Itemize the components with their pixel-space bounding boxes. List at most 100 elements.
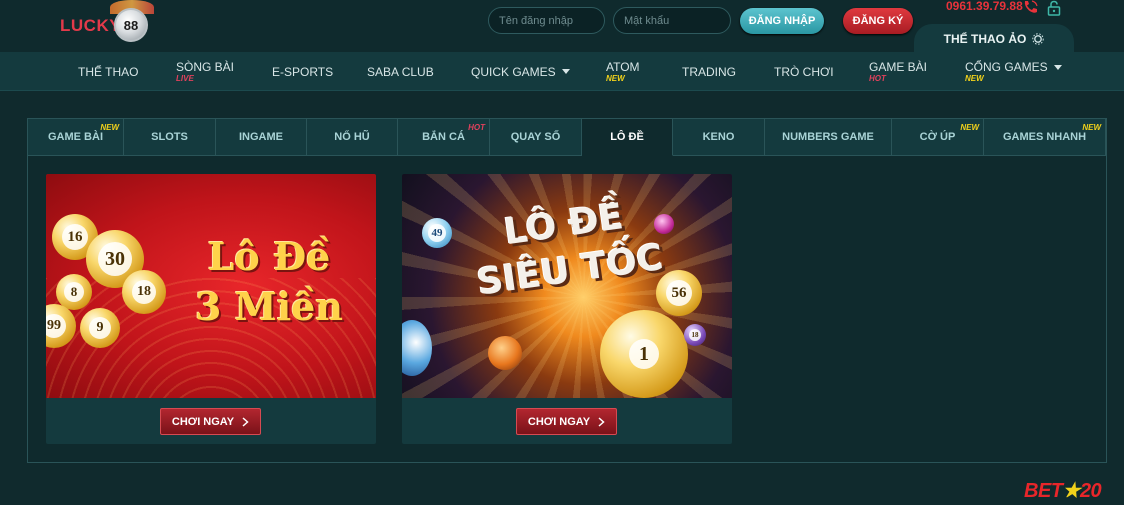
lottery-ball: 18 — [684, 324, 706, 346]
caret-down-icon — [561, 69, 570, 74]
login-button[interactable]: ĐĂNG NHẬP — [740, 8, 824, 34]
virtual-sports-label: THỂ THAO ẢO — [943, 32, 1027, 46]
nav-item-label: TRADING — [682, 64, 736, 79]
tab-fast-games[interactable]: GAMES NHANH NEW — [984, 119, 1106, 156]
tab-co-up[interactable]: CỜ ÚP NEW — [892, 119, 984, 156]
title-line: Lô Đề — [207, 234, 331, 279]
play-now-button[interactable]: CHƠI NGAY — [160, 408, 261, 435]
nav-item-label: TRÒ CHƠI — [774, 64, 834, 79]
tab-label: CỜ ÚP — [919, 131, 956, 143]
games-panel: GAME BÀI NEW SLOTS INGAME NỔ HŨ BẮN CÁ H… — [27, 118, 1107, 463]
tab-label: INGAME — [239, 131, 283, 143]
tab-slots[interactable]: SLOTS — [124, 119, 216, 156]
main-nav: THỂ THAO SÒNG BÀI LIVE E-SPORTS SABA CLU… — [0, 52, 1124, 91]
tab-fishing[interactable]: BẮN CÁ HOT — [398, 119, 490, 156]
ball-number: 16 — [62, 224, 88, 250]
chevron-right-icon — [598, 416, 605, 427]
tab-lo-de[interactable]: LÔ ĐỀ — [582, 119, 673, 156]
nav-item-label: QUICK GAMES — [471, 64, 556, 79]
logo-text: LUCKY — [60, 16, 122, 35]
hot-badge: HOT — [468, 123, 485, 132]
virtual-sports-tab[interactable]: THỂ THAO ẢO — [914, 24, 1074, 54]
ball-number: 18 — [132, 280, 156, 304]
nav-item-label: THỂ THAO — [78, 64, 139, 79]
tab-label: KENO — [702, 131, 735, 143]
orange-ball-decoration — [488, 336, 522, 370]
new-tag: NEW — [965, 74, 984, 83]
chevron-right-icon — [242, 416, 249, 427]
nav-item-card-games[interactable]: GAME BÀI HOT — [869, 52, 927, 91]
game-card-lo-de-3-mien[interactable]: 16 30 18 9 8 99 Lô Đề 3 Miền CHƠI NGAY — [46, 174, 376, 444]
ball-number: 99 — [46, 314, 66, 338]
play-now-button[interactable]: CHƠI NGAY — [516, 408, 617, 435]
nav-item-label: SÒNG BÀI — [176, 60, 235, 74]
ball-number: 49 — [428, 224, 446, 242]
logo[interactable]: LUCKY 88 — [58, 0, 168, 46]
new-badge: NEW — [100, 123, 119, 132]
ball-number: 56 — [666, 280, 692, 306]
nav-item-label: E-SPORTS — [272, 64, 334, 79]
lottery-ball: 18 — [122, 270, 166, 314]
tab-label: NUMBERS GAME — [782, 131, 874, 143]
nav-item-sports[interactable]: THỂ THAO — [78, 52, 138, 91]
nav-item-casino[interactable]: SÒNG BÀI LIVE — [176, 52, 234, 91]
lottery-ball: 1 — [600, 310, 688, 398]
tab-numbers-game[interactable]: NUMBERS GAME — [765, 119, 892, 156]
star-icon: ★ — [1062, 480, 1081, 502]
tab-keno[interactable]: KENO — [673, 119, 765, 156]
ball-number: 30 — [98, 242, 132, 276]
tab-label: LÔ ĐỀ — [610, 131, 644, 143]
tab-lottery-draw[interactable]: QUAY SỐ — [490, 119, 582, 156]
button-label: CHƠI NGAY — [171, 415, 235, 428]
hot-tag: HOT — [869, 74, 886, 83]
new-tag: NEW — [606, 74, 625, 83]
bet20-watermark-logo: BET★20 — [1024, 478, 1102, 503]
nav-item-esports[interactable]: E-SPORTS — [272, 52, 333, 91]
password-input[interactable] — [613, 7, 731, 34]
game-thumbnail[interactable]: 16 30 18 9 8 99 Lô Đề 3 Miền — [46, 174, 376, 398]
title-line: 3 Miền — [195, 284, 343, 329]
nav-item-label: GAME BÀI — [869, 60, 928, 74]
nav-item-atom[interactable]: ATOM NEW — [606, 52, 640, 91]
nav-item-quick-games[interactable]: QUICK GAMES — [471, 52, 570, 91]
phone-icon[interactable] — [1022, 0, 1038, 14]
brand-number: 20 — [1079, 480, 1102, 502]
live-tag: LIVE — [176, 74, 194, 83]
game-thumbnail[interactable]: 49 56 1 18 LÔ ĐỀ SIÊU TỐC — [402, 174, 732, 398]
ball-number: 9 — [89, 317, 111, 339]
lock-icon[interactable] — [1047, 0, 1061, 16]
register-button[interactable]: ĐĂNG KÝ — [843, 8, 913, 34]
tab-label: QUAY SỐ — [510, 131, 561, 143]
brand-text: BET — [1024, 480, 1063, 502]
new-badge: NEW — [960, 123, 979, 132]
nav-item-trading[interactable]: TRADING — [682, 52, 736, 91]
gear-icon — [1032, 33, 1045, 45]
tab-ingame[interactable]: INGAME — [216, 119, 307, 156]
logo-badge: 88 — [114, 8, 148, 42]
tab-card-games[interactable]: GAME BÀI NEW — [28, 119, 124, 156]
nav-item-game-portal[interactable]: CỔNG GAMES NEW — [965, 52, 1062, 91]
new-badge: NEW — [1082, 123, 1101, 132]
caret-down-icon — [1053, 64, 1062, 70]
game-title-art: Lô Đề 3 Miền — [174, 232, 364, 332]
button-label: CHƠI NGAY — [527, 415, 591, 428]
tab-jackpot[interactable]: NỔ HŨ — [307, 119, 398, 156]
hotline-number[interactable]: 0961.39.79.88 — [946, 0, 1023, 13]
tab-label: NỔ HŨ — [334, 131, 370, 143]
tab-label: SLOTS — [151, 131, 188, 143]
nav-item-saba-club[interactable]: SABA CLUB — [367, 52, 434, 91]
ball-number: 18 — [689, 329, 701, 341]
ball-number: 8 — [64, 282, 84, 302]
ball-number: 1 — [629, 339, 659, 369]
nav-item-games[interactable]: TRÒ CHƠI — [774, 52, 834, 91]
nav-item-label: SABA CLUB — [367, 64, 434, 79]
tab-label: GAMES NHANH — [1002, 131, 1087, 143]
game-card-lo-de-sieu-toc[interactable]: 49 56 1 18 LÔ ĐỀ SIÊU TỐC CHƠI NGAY — [402, 174, 732, 444]
nav-item-label: ATOM — [606, 60, 640, 74]
tab-label: BẮN CÁ — [422, 131, 465, 143]
tab-label: GAME BÀI — [48, 131, 103, 143]
username-input[interactable] — [488, 7, 605, 34]
game-category-tabs: GAME BÀI NEW SLOTS INGAME NỔ HŨ BẮN CÁ H… — [28, 119, 1106, 156]
lottery-ball: 9 — [80, 308, 120, 348]
nav-item-label: CỔNG GAMES — [965, 60, 1048, 74]
